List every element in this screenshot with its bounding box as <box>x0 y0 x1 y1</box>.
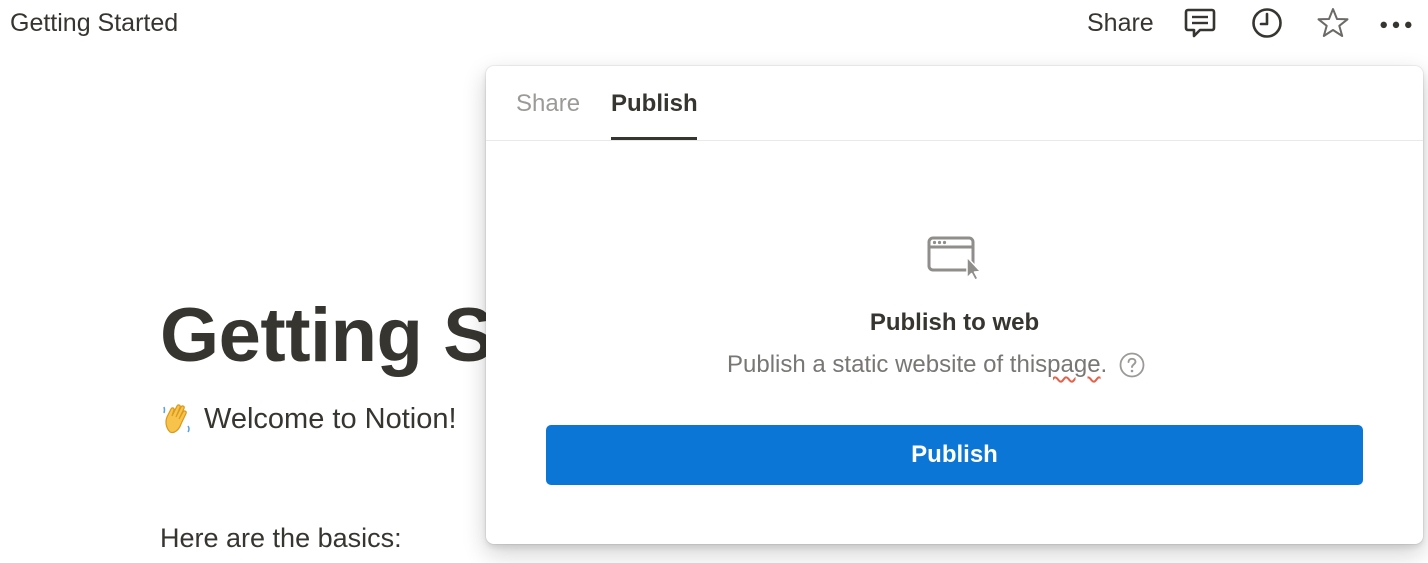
waving-hand-icon <box>162 402 192 436</box>
description-period: . <box>1100 351 1108 378</box>
publish-description: Publish a static website of this page. <box>727 351 1145 379</box>
topbar: Getting Started Share <box>0 0 1428 48</box>
more-icon[interactable] <box>1379 6 1413 40</box>
welcome-text: Welcome to Notion! <box>204 402 457 435</box>
misspelled-word: page <box>1047 351 1101 378</box>
share-button[interactable]: Share <box>1087 9 1154 38</box>
breadcrumb[interactable]: Getting Started <box>10 9 178 38</box>
page-title[interactable]: Getting S <box>160 292 494 379</box>
description-text: Publish a static website of this <box>727 351 1048 378</box>
tab-publish[interactable]: Publish <box>611 90 698 118</box>
comment-icon[interactable] <box>1183 6 1217 40</box>
publish-button[interactable]: Publish <box>546 425 1363 485</box>
active-tab-indicator <box>611 137 697 140</box>
share-popover: Share Publish Publish to web Publish a s… <box>486 66 1423 544</box>
popover-tabs: Share Publish <box>486 66 1423 141</box>
help-icon[interactable] <box>1119 352 1145 378</box>
publish-heading: Publish to web <box>869 309 1040 336</box>
clock-icon[interactable] <box>1250 6 1284 40</box>
basics-text[interactable]: Here are the basics: <box>160 523 402 554</box>
browser-window-cursor-icon <box>927 234 983 281</box>
welcome-line[interactable]: Welcome to Notion! <box>162 402 457 436</box>
tab-share[interactable]: Share <box>516 90 580 118</box>
star-icon[interactable] <box>1316 6 1350 40</box>
